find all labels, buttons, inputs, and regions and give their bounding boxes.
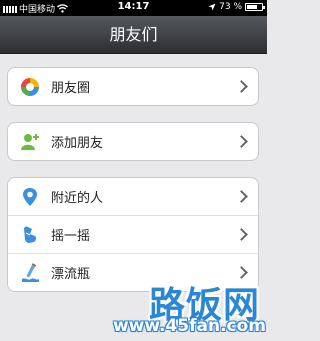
watermark-url: www.45fan.com — [112, 316, 266, 336]
battery-icon — [245, 3, 265, 11]
location-arrow-icon — [208, 3, 216, 11]
location-pin-icon — [19, 186, 41, 208]
bottle-icon — [19, 262, 41, 284]
row-label: 漂流瓶 — [51, 267, 91, 282]
list-item-shake[interactable]: 摇一摇 — [8, 216, 258, 254]
list-item-moments[interactable]: 朋友圈 — [8, 68, 258, 105]
list-item-add-friend[interactable]: 添加朋友 — [8, 123, 258, 160]
group-discover: 附近的人 摇一摇 漂流瓶 — [7, 177, 259, 292]
chevron-right-icon — [235, 135, 248, 148]
moments-icon — [19, 76, 41, 98]
row-label: 添加朋友 — [51, 136, 104, 151]
status-bar: 中国移动 14:17 73 % — [0, 0, 267, 16]
battery-percent: 73 % — [219, 2, 242, 12]
row-label: 附近的人 — [51, 191, 104, 206]
add-friend-icon — [19, 131, 41, 153]
status-right: 73 % — [208, 2, 265, 12]
row-label: 摇一摇 — [51, 229, 91, 244]
shake-icon — [19, 224, 41, 246]
list-item-nearby[interactable]: 附近的人 — [8, 178, 258, 216]
nav-bar: 朋友们 — [0, 16, 267, 54]
chevron-right-icon — [235, 80, 248, 93]
chevron-right-icon — [235, 190, 248, 203]
battery-fill — [247, 5, 258, 9]
watermark-logo: 路饭网 www.45fan.com — [96, 276, 266, 338]
chevron-right-icon — [235, 228, 248, 241]
page-title: 朋友们 — [109, 25, 158, 44]
group-add-friend: 添加朋友 — [7, 122, 259, 161]
group-moments: 朋友圈 — [7, 67, 259, 106]
row-label: 朋友圈 — [51, 81, 91, 96]
